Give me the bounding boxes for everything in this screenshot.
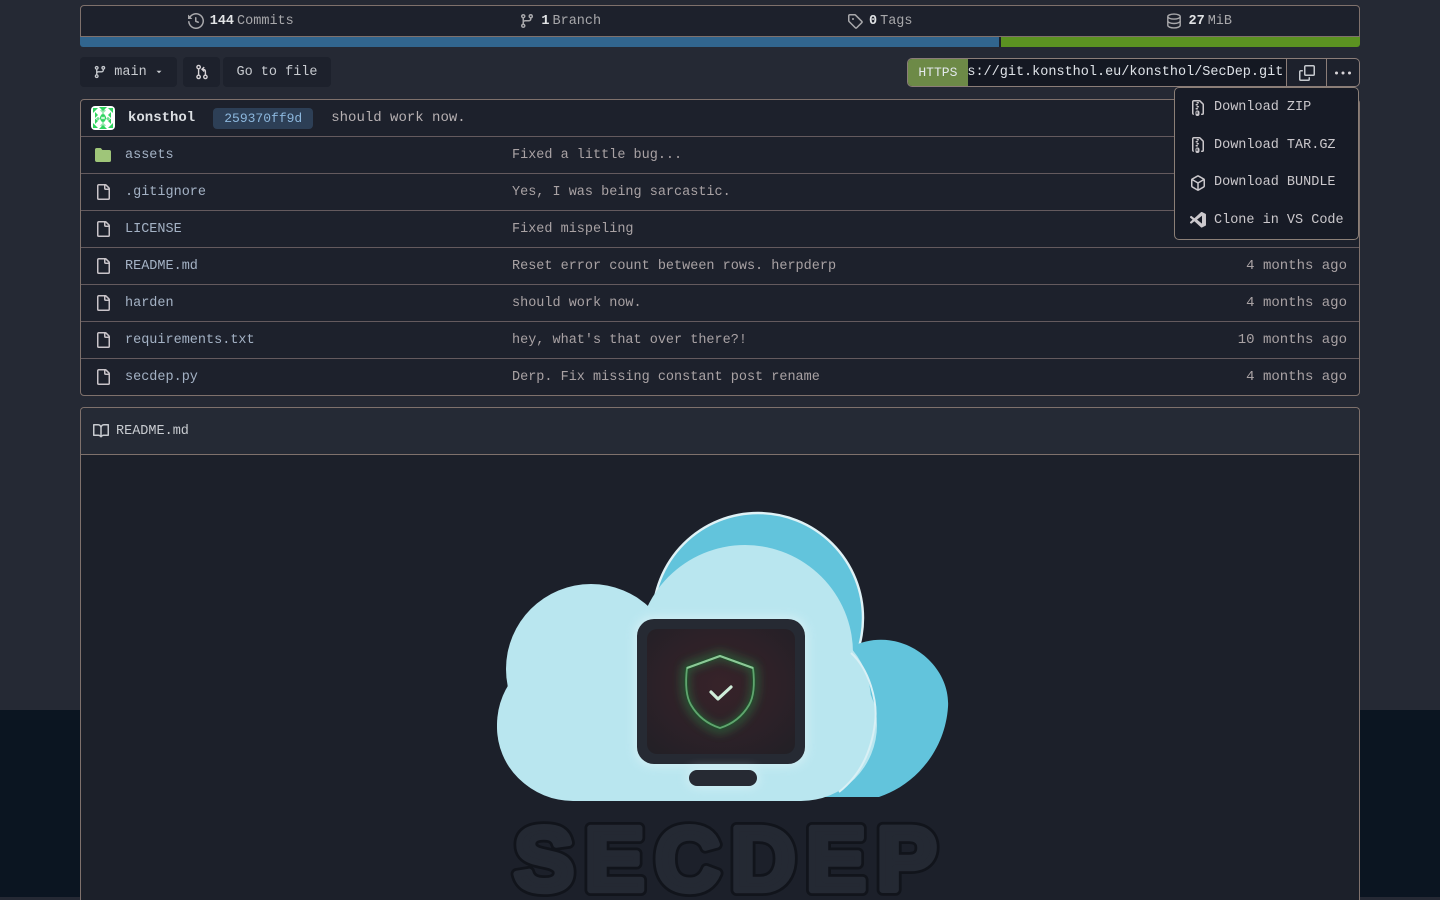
svg-text:SECDEP: SECDEP bbox=[514, 810, 947, 900]
